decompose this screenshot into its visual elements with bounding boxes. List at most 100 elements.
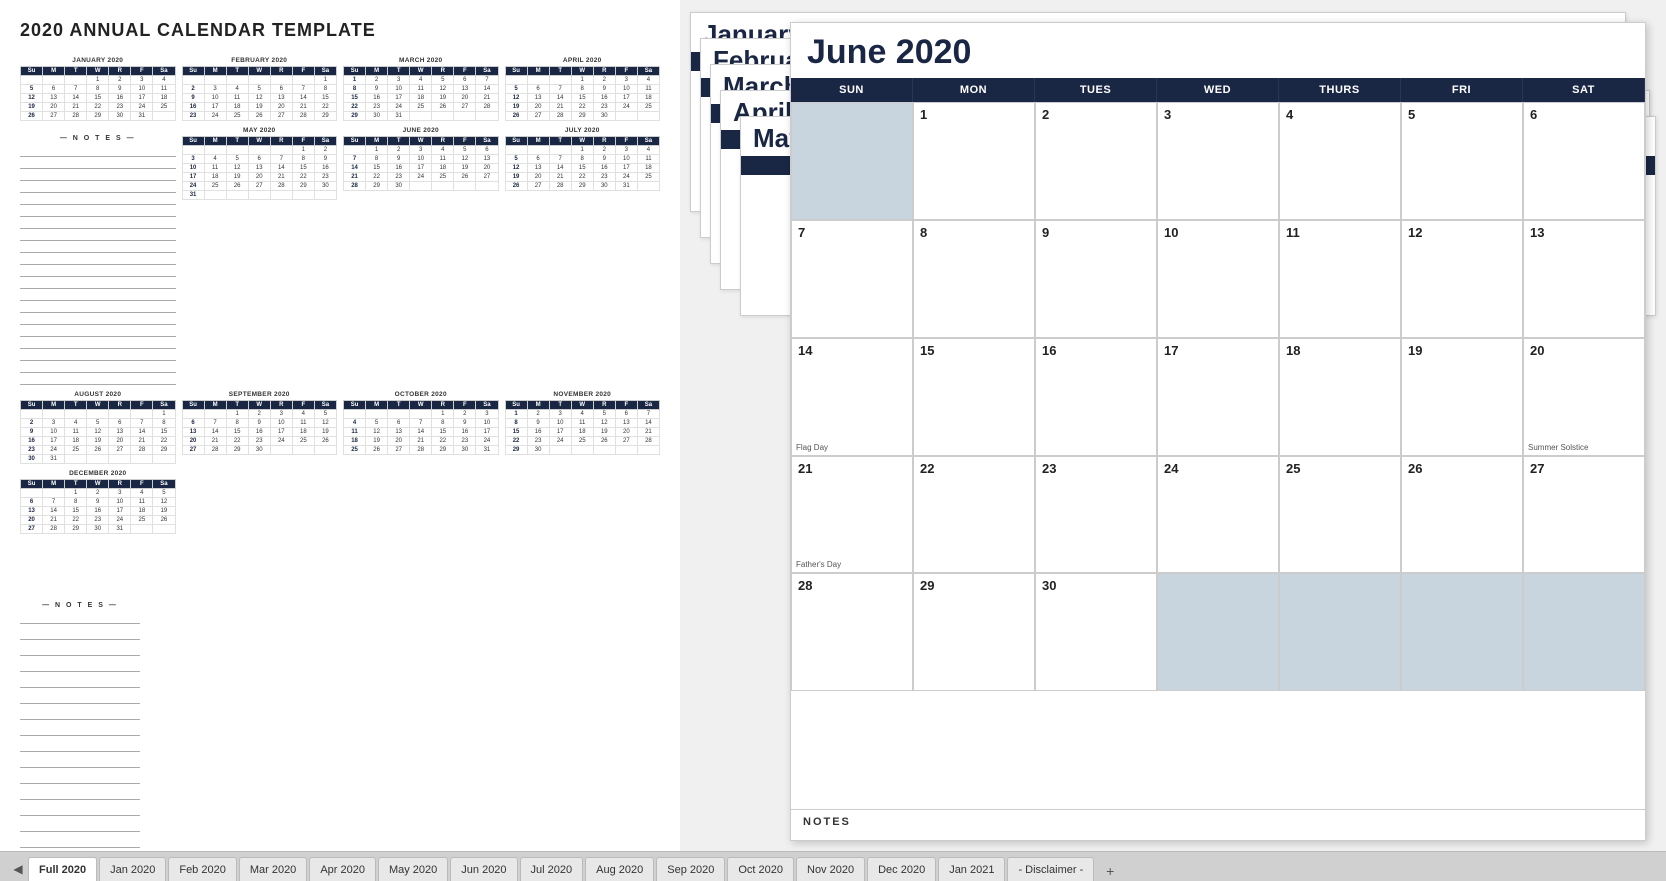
notes-line (20, 301, 176, 313)
mini-cal-cell: 13 (615, 419, 637, 428)
mini-cal-cell: 8 (314, 85, 336, 94)
notes-label: — N O T E S — (20, 602, 140, 609)
tab-nav-left[interactable]: ◀ (8, 857, 28, 881)
day-number: 16 (1042, 343, 1150, 358)
mini-cal-cell: 13 (43, 94, 65, 103)
tab-nov-2020[interactable]: Nov 2020 (796, 857, 865, 881)
june-day-cell: 7 (791, 220, 913, 338)
mini-cal-header: Sa (476, 401, 498, 410)
mini-cal-cell: 30 (454, 446, 476, 455)
mini-cal-cell: 8 (292, 155, 314, 164)
tab-jul-2020[interactable]: Jul 2020 (520, 857, 584, 881)
tab-aug-2020[interactable]: Aug 2020 (585, 857, 654, 881)
mini-cal-cell: 5 (226, 155, 248, 164)
tab-full-2020[interactable]: Full 2020 (28, 857, 97, 881)
june-day-cell: 23 (1035, 456, 1157, 574)
mini-cal-cell: 26 (366, 446, 388, 455)
mini-cal-cell: 2 (454, 410, 476, 419)
mini-cal-cell: 25 (571, 437, 593, 446)
tab-sep-2020[interactable]: Sep 2020 (656, 857, 725, 881)
mini-cal-cell: 6 (248, 155, 270, 164)
mini-cal-cell: 31 (182, 191, 204, 200)
mini-cal-header: T (65, 480, 87, 489)
mini-cal-cell (182, 76, 204, 85)
mini-cal-cell: 5 (505, 155, 527, 164)
mini-cal-cell: 30 (109, 112, 131, 121)
mini-cal-cell: 12 (505, 164, 527, 173)
tab-jun-2020[interactable]: Jun 2020 (450, 857, 517, 881)
mini-cal-cell (314, 191, 336, 200)
mini-cal-cell: 22 (571, 103, 593, 112)
june-day-cell: 20Summer Solstice (1523, 338, 1645, 456)
mini-cal-cell: 14 (204, 428, 226, 437)
mini-cal-cell: 11 (410, 85, 432, 94)
june-day-cell: 25 (1279, 456, 1401, 574)
holiday-label: Flag Day (796, 443, 828, 452)
mini-cal-cell: 12 (454, 155, 476, 164)
mini-cal-cell: 2 (388, 146, 410, 155)
mini-cal-header: Su (505, 137, 527, 146)
day-number: 29 (920, 578, 1028, 593)
mini-cal-cell: 29 (314, 112, 336, 121)
tab---disclaimer--[interactable]: - Disclaimer - (1007, 857, 1094, 881)
mini-cal-cell: 31 (43, 455, 65, 464)
day-number: 12 (1408, 225, 1516, 240)
notes-line (20, 708, 140, 720)
mini-cal-cell: 30 (314, 182, 336, 191)
mini-cal-cell: 27 (43, 112, 65, 121)
mini-cal-cell: 31 (131, 112, 153, 121)
mini-cal-cell (476, 182, 498, 191)
mini-cal-cell: 11 (226, 94, 248, 103)
mini-cal-cell (204, 76, 226, 85)
june-header-cell: WED (1157, 78, 1279, 102)
tab-dec-2020[interactable]: Dec 2020 (867, 857, 936, 881)
mini-cal-cell: 25 (226, 112, 248, 121)
mini-cal-cell: 20 (43, 103, 65, 112)
tab-may-2020[interactable]: May 2020 (378, 857, 448, 881)
mini-cal-cell: 7 (43, 498, 65, 507)
mini-cal-cell: 15 (571, 164, 593, 173)
notes-line (20, 756, 140, 768)
mini-cal-cell: 27 (615, 437, 637, 446)
mini-cal-cell: 26 (87, 446, 109, 455)
mini-cal-header: R (432, 401, 454, 410)
mini-cal-cell: 23 (593, 103, 615, 112)
tab-feb-2020[interactable]: Feb 2020 (168, 857, 236, 881)
mini-cal-cell: 8 (505, 419, 527, 428)
mini-cal-header: M (204, 137, 226, 146)
tab-apr-2020[interactable]: Apr 2020 (309, 857, 376, 881)
tab-jan-2021[interactable]: Jan 2021 (938, 857, 1005, 881)
mini-cal-cell (615, 112, 637, 121)
june-body: 1234567891011121314Flag Day151617181920S… (791, 102, 1645, 809)
day-number: 18 (1286, 343, 1394, 358)
notes-line (20, 169, 176, 181)
mini-cal-header: W (410, 401, 432, 410)
mini-cal-cell: 1 (292, 146, 314, 155)
mini-cal-cell: 20 (454, 94, 476, 103)
mini-cal-header: R (593, 67, 615, 76)
mini-cal-cell: 5 (21, 85, 43, 94)
mini-cal-cell: 9 (593, 85, 615, 94)
mini-cal-cell: 12 (248, 94, 270, 103)
mini-cal-cell: 20 (388, 437, 410, 446)
add-tab-button[interactable]: + (1100, 861, 1120, 881)
mini-cal-cell (454, 112, 476, 121)
right-panel: January 2020 SUNMONTUESWEDTHURSFRISAT Fe… (680, 0, 1666, 851)
notes-line (20, 772, 140, 784)
mini-cal-cell (549, 76, 571, 85)
tab-jan-2020[interactable]: Jan 2020 (99, 857, 166, 881)
mini-cal-cell: 24 (549, 437, 571, 446)
mini-cal-cell: 22 (344, 103, 366, 112)
mini-cal-header: M (527, 137, 549, 146)
mini-cal-cell: 28 (344, 182, 366, 191)
mini-cal-cell: 17 (182, 173, 204, 182)
mini-cal-cell: 21 (549, 173, 571, 182)
mini-cal-cell: 20 (248, 173, 270, 182)
day-number: 17 (1164, 343, 1272, 358)
tab-oct-2020[interactable]: Oct 2020 (727, 857, 794, 881)
tab-mar-2020[interactable]: Mar 2020 (239, 857, 307, 881)
mini-calendar-8: SEPTEMBER 2020SuMTWRFSa12345678910111213… (182, 391, 338, 464)
mini-cal-cell (65, 76, 87, 85)
mini-cal-header: W (87, 480, 109, 489)
mini-cal-cell (410, 112, 432, 121)
